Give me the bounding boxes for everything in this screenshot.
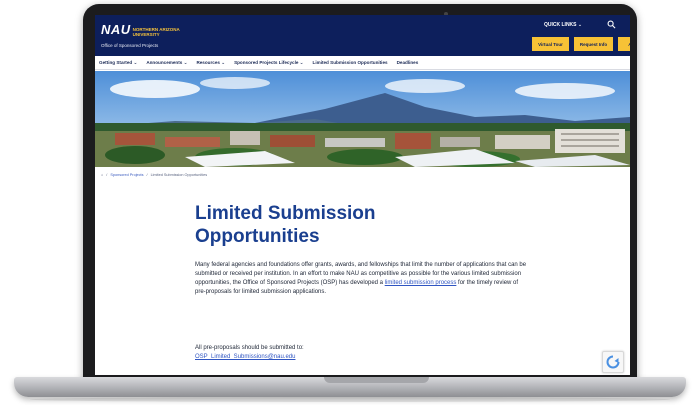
main-nav: Getting Started ⌄ Announcements ⌄ Resour… (95, 56, 630, 70)
breadcrumb-separator: / (146, 173, 148, 177)
laptop-notch (324, 377, 429, 383)
home-icon[interactable]: ⌂ (101, 173, 103, 177)
nav-getting-started[interactable]: Getting Started ⌄ (99, 60, 137, 66)
quick-links-menu[interactable]: QUICK LINKS ⌄ (544, 22, 582, 28)
virtual-tour-button[interactable]: Virtual Tour (532, 37, 569, 51)
apply-button[interactable]: Apply (618, 37, 630, 51)
breadcrumb: ⌂ / Sponsored Projects / Limited Submiss… (101, 173, 207, 177)
nau-logo[interactable]: NAU NORTHERN ARIZONA UNIVERSITY (101, 22, 193, 37)
laptop-base (14, 377, 686, 397)
site-header: NAU NORTHERN ARIZONA UNIVERSITY Office o… (95, 15, 630, 56)
office-name[interactable]: Office of Sponsored Projects (101, 43, 158, 48)
pre-proposals-text: All pre-proposals should be submitted to… (195, 345, 304, 351)
nav-resources[interactable]: Resources ⌄ (196, 60, 225, 66)
nav-deadlines[interactable]: Deadlines (397, 60, 419, 65)
nav-limited-submission[interactable]: Limited Submission Opportunities (313, 60, 388, 65)
breadcrumb-separator: / (106, 173, 108, 177)
pre-proposals-block: All pre-proposals should be submitted to… (195, 344, 530, 362)
osp-email-link[interactable]: OSP_Limited_Submissions@nau.edu (195, 353, 530, 362)
intro-paragraph: Many federal agencies and foundations of… (195, 261, 530, 297)
request-info-button[interactable]: Request Info (574, 37, 613, 51)
breadcrumb-current: Limited Submission Opportunities (150, 173, 208, 177)
logo-subtitle: NORTHERN ARIZONA UNIVERSITY (132, 27, 180, 37)
breadcrumb-sponsored-projects[interactable]: Sponsored Projects (110, 173, 143, 177)
recaptcha-icon[interactable] (602, 351, 624, 373)
page-title: Limited Submission Opportunities (195, 203, 376, 247)
search-icon[interactable] (607, 20, 616, 29)
nav-sponsored-projects-lifecycle[interactable]: Sponsored Projects Lifecycle ⌄ (234, 60, 303, 66)
logo-text: NAU (101, 22, 131, 37)
laptop-shadow (30, 397, 670, 402)
browser-screen: NAU NORTHERN ARIZONA UNIVERSITY Office o… (95, 15, 630, 375)
limited-submission-process-link[interactable]: limited submission process (385, 280, 457, 286)
nav-announcements[interactable]: Announcements ⌄ (146, 60, 187, 66)
hero-campus-image (95, 71, 630, 167)
